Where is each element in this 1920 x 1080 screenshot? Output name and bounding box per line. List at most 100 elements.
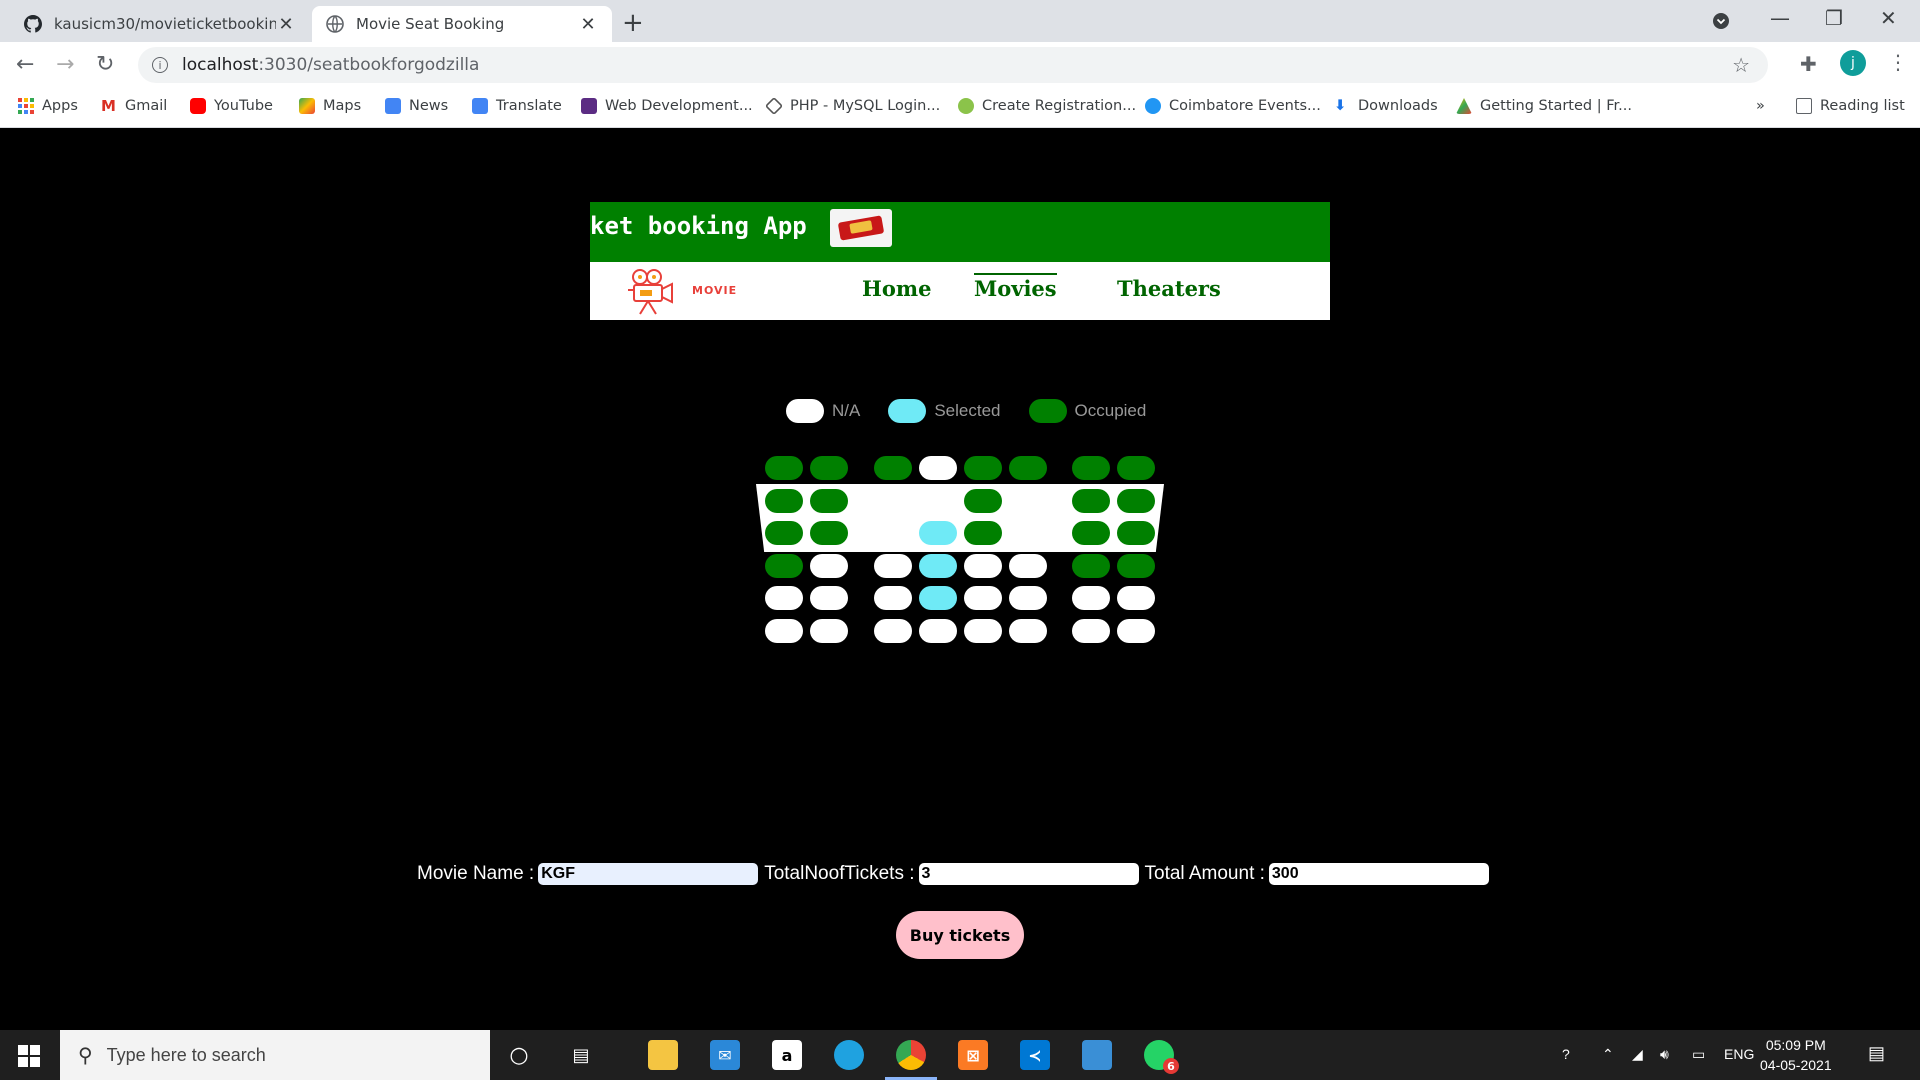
nav-theaters[interactable]: Theaters [1117, 276, 1221, 301]
battery-icon[interactable]: ▭ [1692, 1046, 1705, 1063]
movie-name-input[interactable] [538, 863, 759, 885]
task-view-icon[interactable]: ▤ [566, 1040, 596, 1070]
language-indicator[interactable]: ENG [1724, 1046, 1754, 1062]
seat-available[interactable] [810, 618, 848, 643]
bookmark-maps[interactable]: Maps [299, 98, 361, 114]
seat-available[interactable] [874, 618, 912, 643]
bookmark-web-development[interactable]: Web Development... [581, 98, 753, 114]
seat-available[interactable] [874, 553, 912, 578]
new-tab-button[interactable]: + [622, 8, 644, 38]
bookmark-getting-started[interactable]: Getting Started | Fr... [1456, 98, 1632, 114]
seat-selected[interactable] [919, 553, 957, 578]
bookmark-translate[interactable]: Translate [472, 98, 562, 114]
seat-available[interactable] [874, 521, 912, 545]
bookmark-coimbatore-events[interactable]: Coimbatore Events... [1145, 98, 1321, 114]
chrome-icon[interactable] [896, 1040, 926, 1070]
xampp-icon[interactable]: ⊠ [958, 1040, 988, 1070]
nav-movies[interactable]: Movies [974, 273, 1057, 301]
address-bar[interactable]: i localhost:3030/seatbookforgodzilla ☆ [138, 47, 1768, 83]
amazon-icon[interactable]: a [772, 1040, 802, 1070]
seat-available[interactable] [964, 586, 1002, 610]
bookmarks-overflow-button[interactable]: » [1756, 98, 1765, 114]
total-tickets-label: TotalNoofTickets : [764, 863, 915, 884]
site-info-icon[interactable]: i [152, 57, 168, 73]
network-icon[interactable]: ◢ [1632, 1046, 1643, 1063]
seat-available[interactable] [964, 618, 1002, 643]
close-window-button[interactable]: ✕ [1880, 6, 1897, 30]
nav-home[interactable]: Home [862, 276, 931, 301]
pluralsight-icon [581, 98, 597, 114]
bookmark-apps[interactable]: Apps [18, 98, 78, 114]
legend-label: Occupied [1074, 401, 1147, 420]
seat-selected[interactable] [919, 586, 957, 610]
cortana-icon[interactable]: ○ [504, 1040, 534, 1070]
seat-available[interactable] [1009, 586, 1047, 610]
minimize-button[interactable]: — [1770, 6, 1790, 30]
browser-toolbar: ← → ↻ i localhost:3030/seatbookforgodzil… [0, 42, 1920, 88]
bookmark-news[interactable]: News [385, 98, 448, 114]
seat-occupied [810, 521, 848, 545]
buy-tickets-button[interactable]: Buy tickets [896, 911, 1024, 959]
seat-available[interactable] [919, 456, 957, 480]
profile-avatar[interactable]: j [1840, 50, 1866, 76]
back-arrow-icon[interactable]: ← [16, 52, 34, 77]
seat-occupied [765, 456, 803, 480]
forward-arrow-icon[interactable]: → [56, 52, 74, 77]
seat-available[interactable] [810, 586, 848, 610]
bookmark-create-registration[interactable]: Create Registration... [958, 98, 1136, 114]
seat-available[interactable] [1009, 553, 1047, 578]
file-explorer-icon[interactable] [648, 1040, 678, 1070]
notifications-icon[interactable]: ▤ [1868, 1043, 1885, 1064]
mail-icon[interactable]: ✉ [710, 1040, 740, 1070]
seat-available[interactable] [1009, 521, 1047, 545]
seat-available[interactable] [765, 586, 803, 610]
volume-icon[interactable]: 🔊︎ [1660, 1046, 1669, 1063]
total-tickets-input[interactable] [918, 863, 1139, 885]
seat-available[interactable] [919, 618, 957, 643]
seat-occupied [964, 456, 1002, 480]
seat-available[interactable] [919, 488, 957, 513]
apps-grid-icon [18, 98, 34, 114]
seat-available[interactable] [1072, 618, 1110, 643]
seat-available[interactable] [964, 553, 1002, 578]
seat-available[interactable] [810, 553, 848, 578]
total-amount-input[interactable] [1268, 863, 1489, 885]
reload-icon[interactable]: ↻ [96, 52, 114, 77]
extensions-puzzle-icon[interactable]: ✚ [1800, 52, 1817, 76]
restore-button[interactable]: ❐ [1825, 6, 1843, 30]
browser-menu-icon[interactable]: ⋮ [1888, 50, 1908, 74]
bookmark-downloads[interactable]: ⬇ Downloads [1334, 98, 1438, 114]
seat-available[interactable] [1117, 586, 1155, 610]
tab-movie-seat-booking[interactable]: Movie Seat Booking ✕ [312, 6, 612, 42]
seat-available[interactable] [874, 586, 912, 610]
seat-available[interactable] [1072, 586, 1110, 610]
seat-available[interactable] [1009, 618, 1047, 643]
seat-available[interactable] [874, 488, 912, 513]
reading-list-button[interactable]: Reading list [1796, 98, 1905, 114]
bookmark-php-mysql[interactable]: PHP - MySQL Login... [764, 96, 940, 116]
tray-chevron-icon[interactable]: ⌃ [1602, 1046, 1614, 1063]
bookmark-youtube[interactable]: YouTube [190, 98, 273, 114]
bookmark-label: Gmail [125, 98, 168, 114]
seat-available[interactable] [765, 618, 803, 643]
windows-start-icon[interactable] [18, 1045, 40, 1067]
bookmark-label: Getting Started | Fr... [1480, 98, 1632, 114]
tab-github[interactable]: kausicm30/movieticketbooking ✕ [10, 6, 310, 42]
edge-icon[interactable] [834, 1040, 864, 1070]
clock-time: 05:09 PM [1765, 1037, 1826, 1053]
seat-available[interactable] [1117, 618, 1155, 643]
clock[interactable]: 05:09 PM 04-05-2021 [1760, 1035, 1832, 1075]
taskbar-search-box[interactable]: ⚲ Type here to search [60, 1030, 490, 1080]
seat-selected[interactable] [919, 521, 957, 545]
bookmark-star-icon[interactable]: ☆ [1732, 53, 1750, 77]
photos-icon[interactable] [1082, 1040, 1112, 1070]
seat-available[interactable] [1009, 488, 1047, 513]
help-icon[interactable]: ? [1562, 1046, 1570, 1062]
close-tab-icon[interactable]: ✕ [578, 14, 598, 35]
legend-selected: Selected [888, 399, 1001, 423]
whatsapp-icon[interactable]: 6 [1144, 1040, 1179, 1074]
close-tab-icon[interactable]: ✕ [276, 14, 296, 35]
tab-search-icon[interactable] [1712, 6, 1730, 35]
bookmark-gmail[interactable]: M Gmail [101, 98, 167, 114]
vscode-icon[interactable]: ≺ [1020, 1040, 1050, 1070]
